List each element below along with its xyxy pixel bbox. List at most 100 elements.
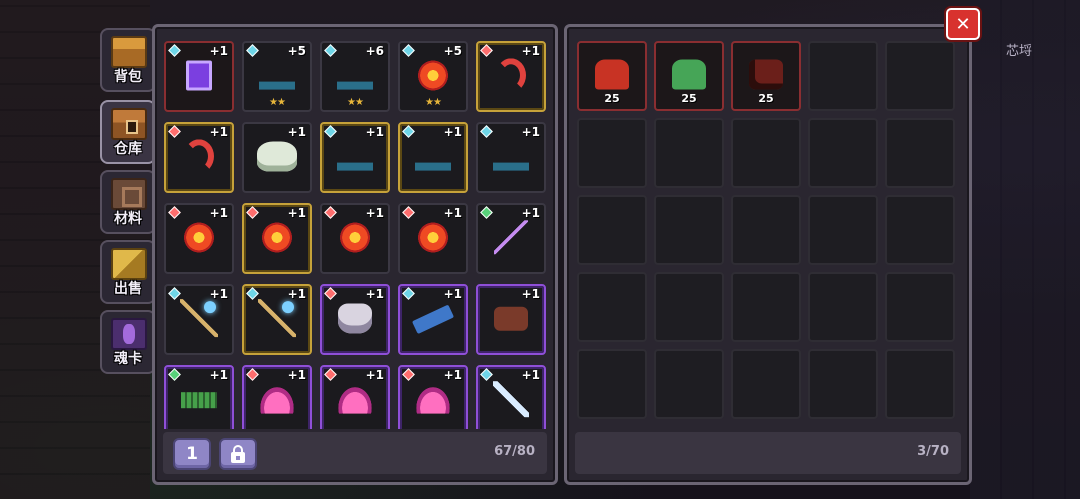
warehouse-slot-blue-spike-helm[interactable]: +5 ★★	[242, 41, 312, 112]
flame-sun-orb-icon	[340, 222, 370, 252]
warehouse-slot-ice-staff[interactable]: +1	[242, 284, 312, 355]
warehouse-slot-purple-scythe[interactable]: +1	[476, 203, 546, 274]
item-stars: ★★	[347, 97, 364, 108]
item-level: +1	[443, 206, 462, 220]
warehouse-slot-blue-spike-helm[interactable]: +1	[476, 122, 546, 193]
item-level: +1	[209, 206, 228, 220]
backpack-slot-empty[interactable]	[577, 349, 647, 419]
warehouse-slot-ice-staff[interactable]: +1	[164, 284, 234, 355]
backpack-slot-red-armor[interactable]: 25	[577, 41, 647, 111]
side-tab-3[interactable]: 出售	[100, 240, 156, 304]
backpack-slot-empty[interactable]	[577, 272, 647, 342]
side-tab-0[interactable]: 背包	[100, 28, 156, 92]
sell-gold-icon	[111, 248, 147, 280]
side-tab-4[interactable]: 魂卡	[100, 310, 156, 374]
backpack-slot-empty[interactable]	[654, 195, 724, 265]
close-button[interactable]: ✕	[946, 8, 980, 40]
warehouse-slot-blue-rifle[interactable]: +1	[398, 284, 468, 355]
red-armor-icon	[595, 59, 629, 90]
backpack-slot-empty[interactable]	[731, 272, 801, 342]
blue-spike-helm-icon	[415, 142, 451, 171]
backpack-slot-empty[interactable]	[577, 118, 647, 188]
backpack-grid: 25 25 25	[577, 41, 955, 419]
warehouse-slot-ghost-cloud[interactable]: +1	[242, 122, 312, 193]
side-tab-label: 魂卡	[114, 351, 142, 367]
item-level: +1	[209, 287, 228, 301]
silver-helmet-icon	[338, 303, 372, 333]
rarity-gem-icon	[402, 368, 415, 381]
warehouse-panel: +1 +5 ★★ +6 ★★ +5 ★★ +1 +1 +1 +1 +1 +1 +1 +1 +1 +1 +1 +1 +1…	[152, 24, 558, 485]
item-level: +1	[209, 44, 228, 58]
warehouse-slot-blue-spike-helm[interactable]: +6 ★★	[320, 41, 390, 112]
item-quantity: 25	[604, 92, 620, 105]
rarity-gem-icon	[168, 44, 181, 57]
backpack-slot-empty[interactable]	[808, 349, 878, 419]
backpack-slot-empty[interactable]	[654, 272, 724, 342]
warehouse-slot-blue-spike-helm[interactable]: +1	[320, 122, 390, 193]
side-tab-2[interactable]: 材料	[100, 170, 156, 234]
item-level: +5	[443, 44, 462, 58]
backpack-slot-empty[interactable]	[808, 272, 878, 342]
item-level: +1	[521, 287, 540, 301]
backpack-slot-empty[interactable]	[885, 272, 955, 342]
material-icon	[111, 178, 147, 210]
backpack-slot-empty[interactable]	[731, 118, 801, 188]
warehouse-slot-green-minigun[interactable]: +1	[164, 365, 234, 429]
backpack-slot-empty[interactable]	[731, 349, 801, 419]
item-level: +1	[287, 287, 306, 301]
rarity-gem-icon	[324, 206, 337, 219]
lock-icon	[231, 444, 245, 463]
warehouse-slot-ice-sword[interactable]: +1	[476, 365, 546, 429]
ice-staff-icon	[258, 298, 296, 337]
backpack-slot-empty[interactable]	[654, 349, 724, 419]
item-level: +1	[521, 206, 540, 220]
backpack-slot-green-armor[interactable]: 25	[654, 41, 724, 111]
backpack-slot-empty[interactable]	[808, 41, 878, 111]
corner-label: 芯埒	[1005, 43, 1032, 58]
warehouse-slot-pink-lotus[interactable]: +1	[242, 365, 312, 429]
blue-spike-helm-icon	[337, 61, 373, 90]
close-icon: ✕	[955, 13, 971, 35]
rarity-gem-icon	[246, 368, 259, 381]
backpack-slot-empty[interactable]	[654, 118, 724, 188]
warehouse-slot-pink-lotus[interactable]: +1	[398, 365, 468, 429]
side-tab-1[interactable]: 仓库	[100, 100, 156, 164]
warehouse-slot-flame-sun-orb[interactable]: +1	[242, 203, 312, 274]
warehouse-slot-red-hook[interactable]: +1	[476, 41, 546, 112]
item-level: +1	[209, 125, 228, 139]
backpack-slot-empty[interactable]	[885, 349, 955, 419]
warehouse-slot-flame-sun-orb[interactable]: +1	[398, 203, 468, 274]
backpack-slot-empty[interactable]	[577, 195, 647, 265]
green-minigun-icon	[181, 391, 217, 408]
warehouse-slot-purple-spellbook[interactable]: +1	[164, 41, 234, 112]
blue-spike-helm-icon	[493, 142, 529, 171]
backpack-slot-empty[interactable]	[885, 41, 955, 111]
warehouse-slot-blue-spike-helm[interactable]: +1	[398, 122, 468, 193]
backpack-slot-empty[interactable]	[731, 195, 801, 265]
pink-lotus-icon	[415, 385, 451, 414]
warehouse-slot-flame-sun-orb[interactable]: +5 ★★	[398, 41, 468, 112]
rarity-gem-icon	[480, 368, 493, 381]
warehouse-slot-flame-sun-orb[interactable]: +1	[320, 203, 390, 274]
item-level: +1	[365, 368, 384, 382]
rarity-gem-icon	[246, 206, 259, 219]
warehouse-slot-pink-lotus[interactable]: +1	[320, 365, 390, 429]
backpack-slot-dark-flame-armor[interactable]: 25	[731, 41, 801, 111]
warehouse-slot-flame-sun-orb[interactable]: +1	[164, 203, 234, 274]
warehouse-slot-brown-gauntlet[interactable]: +1	[476, 284, 546, 355]
item-level: +1	[443, 125, 462, 139]
rarity-gem-icon	[324, 368, 337, 381]
page-number-button[interactable]: 1	[173, 438, 211, 470]
backpack-slot-empty[interactable]	[885, 195, 955, 265]
warehouse-slot-silver-helmet[interactable]: +1	[320, 284, 390, 355]
backpack-slot-empty[interactable]	[885, 118, 955, 188]
backpack-slot-empty[interactable]	[808, 195, 878, 265]
side-tab-label: 背包	[114, 69, 142, 85]
lock-button[interactable]	[219, 438, 257, 470]
backpack-slot-empty[interactable]	[808, 118, 878, 188]
flame-sun-orb-icon	[184, 222, 214, 252]
rarity-gem-icon	[480, 44, 493, 57]
warehouse-slot-red-hook[interactable]: +1	[164, 122, 234, 193]
rarity-gem-icon	[402, 287, 415, 300]
red-hook-icon	[184, 138, 214, 173]
